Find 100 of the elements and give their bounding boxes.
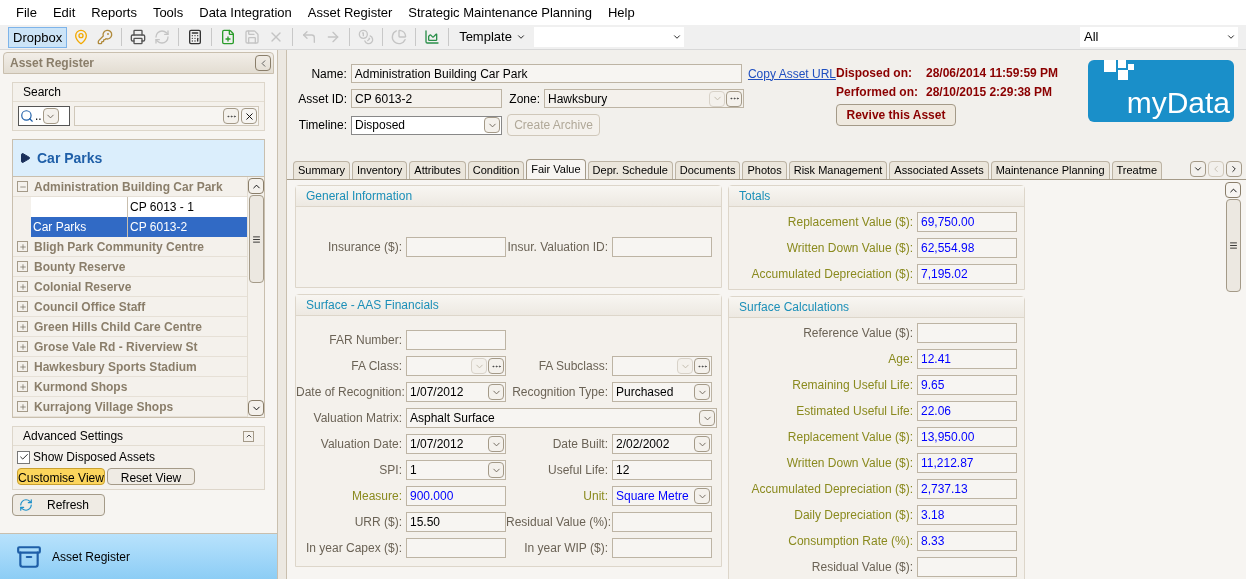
printer-icon[interactable] xyxy=(130,29,147,45)
plus-icon[interactable] xyxy=(17,301,28,312)
input-field[interactable]: 7,195.02 xyxy=(917,264,1017,284)
input-field[interactable] xyxy=(406,538,506,558)
input-field[interactable]: 1 xyxy=(406,460,506,480)
input-field[interactable]: 11,212.87 xyxy=(917,453,1017,473)
scroll-up-button[interactable] xyxy=(248,178,264,194)
input-field[interactable] xyxy=(406,356,506,376)
input-field[interactable] xyxy=(406,237,506,257)
plus-icon[interactable] xyxy=(17,381,28,392)
search-mode-combo[interactable]: .. xyxy=(18,106,70,126)
input-field[interactable]: 3.18 xyxy=(917,505,1017,525)
revive-button[interactable]: Revive this Asset xyxy=(836,104,956,126)
input-field[interactable]: 1/07/2012 xyxy=(406,434,506,454)
menu-item[interactable]: Data Integration xyxy=(191,2,300,23)
ellipsis-button[interactable] xyxy=(488,358,504,374)
view-button[interactable]: Reset View xyxy=(107,468,195,485)
tree-item[interactable]: Bligh Park Community Centre xyxy=(13,237,247,257)
ellipsis-button[interactable] xyxy=(726,90,742,107)
input-field[interactable]: 9.65 xyxy=(917,375,1017,395)
scroll-thumb[interactable] xyxy=(1225,199,1241,292)
tab[interactable]: Photos xyxy=(742,161,787,179)
collapse-button[interactable] xyxy=(255,55,271,71)
tree-item[interactable]: Colonial Reserve xyxy=(13,277,247,297)
plus-icon[interactable] xyxy=(17,401,28,412)
input-field[interactable]: 2/02/2002 xyxy=(612,434,712,454)
dropdown-button[interactable] xyxy=(694,384,710,400)
tab-scroll-right[interactable] xyxy=(1226,161,1242,177)
menu-item[interactable]: Reports xyxy=(83,2,145,23)
input-field[interactable] xyxy=(406,330,506,350)
plus-icon[interactable] xyxy=(17,241,28,252)
tab[interactable]: Summary xyxy=(293,161,351,179)
filter-combo[interactable]: All xyxy=(1080,27,1238,47)
menu-item[interactable]: File xyxy=(8,2,45,23)
tab[interactable]: Risk Management xyxy=(788,161,888,179)
tree-item[interactable]: Hawkesbury Sports Stadium xyxy=(13,357,247,377)
tab[interactable]: Maintenance Planning xyxy=(990,161,1110,179)
input-field[interactable]: Asphalt Surface xyxy=(406,408,717,428)
input-field[interactable]: 2,737.13 xyxy=(917,479,1017,499)
plus-icon[interactable] xyxy=(17,341,28,352)
map-pin-icon[interactable] xyxy=(73,29,90,45)
tree-item[interactable]: Bounty Reserve xyxy=(13,257,247,277)
input-field[interactable]: 12 xyxy=(612,460,712,480)
input-field[interactable] xyxy=(612,512,712,532)
input-field[interactable]: 1/07/2012 xyxy=(406,382,506,402)
dropbox-button[interactable]: Dropbox xyxy=(8,26,68,48)
dropdown-button[interactable] xyxy=(677,358,693,374)
dropdown-button[interactable] xyxy=(42,108,59,124)
plus-icon[interactable] xyxy=(17,321,28,332)
input-field[interactable]: 22.06 xyxy=(917,401,1017,421)
collapse-button[interactable] xyxy=(243,430,254,442)
dropdown-button[interactable] xyxy=(699,410,715,426)
ellipsis-button[interactable] xyxy=(694,358,710,374)
dropdown-button[interactable] xyxy=(488,462,504,478)
tab[interactable]: Treatme xyxy=(1111,161,1163,179)
input-field[interactable]: Hawksbury xyxy=(544,89,744,108)
input-field[interactable] xyxy=(917,323,1017,343)
input-field[interactable]: CP 6013-2 xyxy=(351,89,502,108)
dropdown-button[interactable] xyxy=(488,384,504,400)
input-field[interactable] xyxy=(612,538,712,558)
calculator-icon[interactable] xyxy=(187,29,204,45)
tree-item[interactable]: Grose Vale Rd - Riverview St xyxy=(13,337,247,357)
menu-item[interactable]: Help xyxy=(599,2,643,23)
tree-item[interactable]: Council Office Staff xyxy=(13,297,247,317)
dropdown-button[interactable] xyxy=(694,488,710,504)
input-field[interactable]: 13,950.00 xyxy=(917,427,1017,447)
tab[interactable]: Inventory xyxy=(352,161,408,179)
input-field[interactable]: 15.50 xyxy=(406,512,506,532)
input-field[interactable] xyxy=(612,356,712,376)
area-chart-icon[interactable] xyxy=(424,29,441,45)
menu-item[interactable]: Strategic Maintenance Planning xyxy=(400,2,600,23)
nav-button[interactable]: Asset Register xyxy=(0,533,277,579)
copy-url-link[interactable]: Copy Asset URL xyxy=(747,64,836,83)
tab[interactable]: Condition xyxy=(467,161,525,179)
input-field[interactable]: 900.000 xyxy=(406,486,506,506)
plus-icon[interactable] xyxy=(17,261,28,272)
input-field[interactable]: Purchased xyxy=(612,382,712,402)
refresh-button[interactable]: Refresh xyxy=(12,494,105,516)
input-field[interactable] xyxy=(917,557,1017,577)
menu-item[interactable]: Asset Register xyxy=(299,2,401,23)
tree-item[interactable]: Green Hills Child Care Centre xyxy=(13,317,247,337)
input-field[interactable]: Disposed xyxy=(351,115,502,135)
minus-icon[interactable] xyxy=(17,181,28,192)
input-field[interactable]: 69,750.00 xyxy=(917,212,1017,232)
menu-item[interactable]: Tools xyxy=(144,2,192,23)
dropdown-button[interactable] xyxy=(488,436,504,452)
tab-list-button[interactable] xyxy=(1190,161,1206,177)
tree-item[interactable]: Kurmond Shops xyxy=(13,377,247,397)
checkbox[interactable] xyxy=(17,450,30,464)
input-field[interactable]: Administration Building Car Park xyxy=(350,64,742,83)
input-field[interactable]: 12.41 xyxy=(917,349,1017,369)
tree-row[interactable]: Car Parks CP 6013-2 xyxy=(31,217,247,237)
dropdown-button[interactable] xyxy=(709,90,725,107)
input-field[interactable]: 8.33 xyxy=(917,531,1017,551)
tab[interactable]: Fair Value xyxy=(526,159,586,179)
plus-icon[interactable] xyxy=(17,281,28,292)
input-field[interactable]: Square Metre xyxy=(612,486,712,506)
view-button[interactable]: Customise View xyxy=(17,468,105,485)
tree-row[interactable]: CP 6013 - 1 xyxy=(31,197,247,217)
scroll-up-button[interactable] xyxy=(1225,182,1241,198)
